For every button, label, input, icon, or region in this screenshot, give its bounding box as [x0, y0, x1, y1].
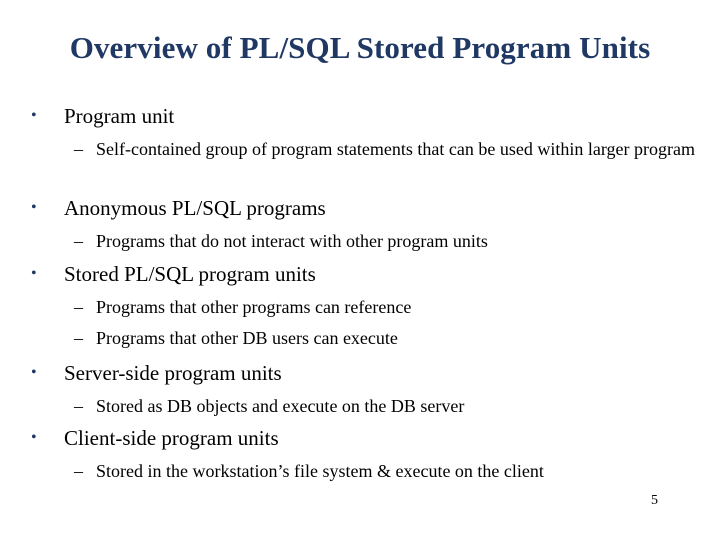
bullet-icon: •: [31, 107, 37, 124]
sub-bullet-text: Stored as DB objects and execute on the …: [96, 396, 465, 416]
bullet-text: Program unit: [64, 104, 175, 128]
bullet-icon: •: [31, 265, 37, 282]
bullet-icon: •: [31, 429, 37, 446]
sub-bullet-text: Programs that other DB users can execute: [96, 328, 398, 348]
bullet-text: Server-side program units: [64, 361, 282, 385]
bullet-icon: •: [31, 199, 37, 216]
dash-icon: –: [74, 396, 83, 416]
sub-bullet-text: Programs that do not interact with other…: [96, 231, 488, 251]
bullet-text: Stored PL/SQL program units: [64, 262, 316, 286]
sub-bullet-text: Stored in the workstation’s file system …: [96, 461, 544, 481]
sub-bullet-text: Self-contained group of program statemen…: [96, 139, 695, 159]
bullet-text: Client-side program units: [64, 426, 279, 450]
dash-icon: –: [74, 139, 83, 159]
dash-icon: –: [74, 461, 83, 481]
sub-bullet-text: Programs that other programs can referen…: [96, 297, 412, 317]
dash-icon: –: [74, 231, 83, 251]
bullet-text: Anonymous PL/SQL programs: [64, 196, 326, 220]
bullet-icon: •: [31, 364, 37, 381]
slide-content: • Program unit – Self-contained group of…: [0, 0, 720, 540]
dash-icon: –: [74, 328, 83, 348]
page-number: 5: [651, 493, 658, 508]
dash-icon: –: [74, 297, 83, 317]
